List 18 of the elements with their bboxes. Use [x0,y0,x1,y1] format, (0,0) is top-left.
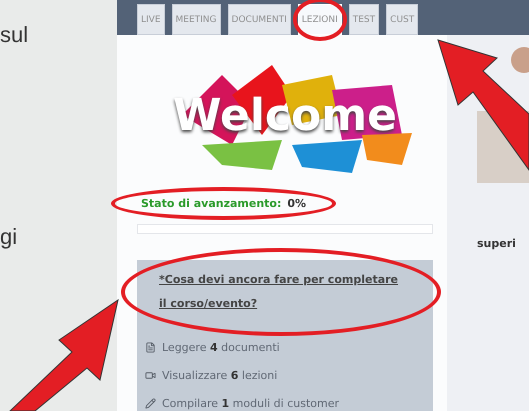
progress-value: 0% [287,197,306,210]
document-icon [145,342,156,352]
nav-tab[interactable]: DOCUMENTI [228,4,291,35]
todo-title-link[interactable]: *Cosa devi ancora fare per completare il corso/evento? [159,268,403,316]
pencil-icon [145,398,156,408]
side-text: gi [0,224,18,250]
nav-tab[interactable]: LEZIONI [298,4,342,35]
nav-tab[interactable]: LIVE [137,4,165,35]
nav-tab[interactable]: CUST [386,4,418,35]
side-text: sul [0,22,28,48]
todo-item-text: Visualizzare 6 lezioni [162,368,278,382]
todo-item-text: Compilare 1 moduli di customer [162,396,340,410]
todo-item-text: Leggere 4 documenti [162,340,280,354]
nav-tab[interactable]: MEETING [172,4,221,35]
video-camera-icon [145,370,156,380]
side-card-title: superi [477,237,517,250]
progress-label: Stato di avanzamento: [141,197,282,210]
nav-tab[interactable]: TEST [348,4,380,35]
